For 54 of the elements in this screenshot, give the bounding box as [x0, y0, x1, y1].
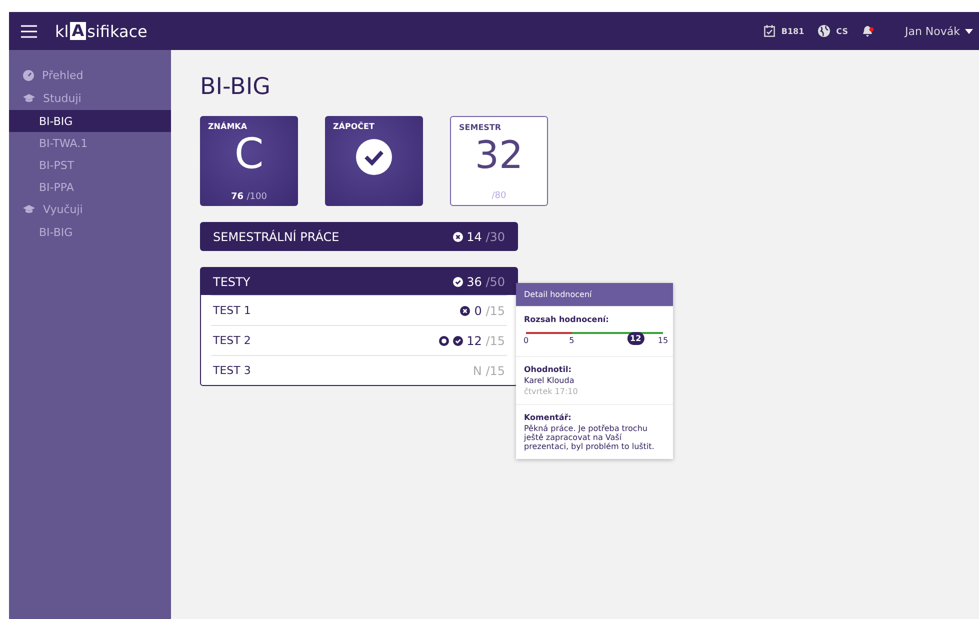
comment-label: Komentář:: [524, 413, 572, 422]
menu-icon[interactable]: [21, 24, 37, 38]
test-score: N /15: [472, 364, 505, 378]
graduation-cap-icon: [23, 205, 35, 214]
globe-icon[interactable]: [818, 25, 830, 37]
calendar-icon[interactable]: [764, 25, 776, 37]
range-tick: 5: [569, 336, 574, 345]
check-circle-icon: [452, 336, 463, 346]
card-score: 76 /100: [231, 192, 267, 202]
panel-title: SEMESTRÁLNÍ PRÁCE: [213, 230, 340, 244]
range-label: Rozsah hodnocení:: [524, 315, 610, 324]
section-label: Vyučuji: [43, 203, 83, 216]
cross-circle-icon: [452, 232, 463, 242]
section-label: Studuji: [43, 92, 82, 105]
panel-score: 14 /30: [466, 230, 505, 244]
score-marker: 12: [627, 332, 644, 345]
range-tick: 0: [523, 336, 529, 345]
graduation-cap-icon: [23, 94, 35, 103]
comment-icon: [438, 336, 449, 346]
grader-name: Karel Klouda: [524, 376, 576, 385]
test-row[interactable]: TEST 1 0 /15: [211, 295, 507, 325]
test-name: TEST 2: [213, 334, 251, 347]
panel-score: 36 /50: [466, 274, 505, 288]
page-title: BI-BIG: [200, 74, 272, 100]
card-label: ZNÁMKA: [208, 122, 248, 131]
points-value: 32: [474, 132, 524, 178]
panel-header[interactable]: TESTY 36 /50: [201, 268, 517, 295]
card-score: /80: [492, 191, 506, 201]
semester-label: B181: [781, 26, 804, 36]
grade-value: C: [234, 131, 264, 177]
test-name: TEST 1: [213, 304, 251, 317]
comment-text: Pěkná práce. Je potřeba trochu ještě zapracovat na Vaší prezentaci, byl problém to luštit.: [524, 424, 656, 451]
test-score: 0 /15: [474, 304, 505, 318]
card-label: ZÁPOČET: [333, 122, 374, 131]
grade-time: čtvrtek 17:10: [524, 387, 579, 396]
panel-title: TESTY: [213, 274, 250, 288]
caret-icon: [965, 28, 973, 34]
bell-icon[interactable]: [862, 25, 875, 37]
sidebar-item[interactable]: BI-BIG: [9, 110, 171, 132]
check-circle-icon: [452, 276, 463, 286]
user-menu[interactable]: Jan Novák: [904, 24, 973, 38]
test-score: 12 /15: [466, 334, 505, 348]
panel-header[interactable]: SEMESTRÁLNÍ PRÁCE 14 /30: [201, 223, 517, 250]
language-label[interactable]: CS: [836, 26, 848, 36]
cross-circle-icon: [460, 306, 470, 316]
section-label: Přehled: [42, 69, 84, 82]
card-label: SEMESTR: [459, 123, 502, 132]
range-tick: 15: [658, 336, 668, 345]
grader-label: Ohodnotil:: [524, 365, 572, 374]
test-name: TEST 3: [213, 364, 251, 377]
app-logo[interactable]: kl A sifikace: [55, 22, 148, 40]
popover-title: Detail hodnocení: [516, 283, 673, 306]
test-row[interactable]: TEST 3 N /15: [211, 355, 507, 385]
gauge-icon: [23, 70, 34, 81]
